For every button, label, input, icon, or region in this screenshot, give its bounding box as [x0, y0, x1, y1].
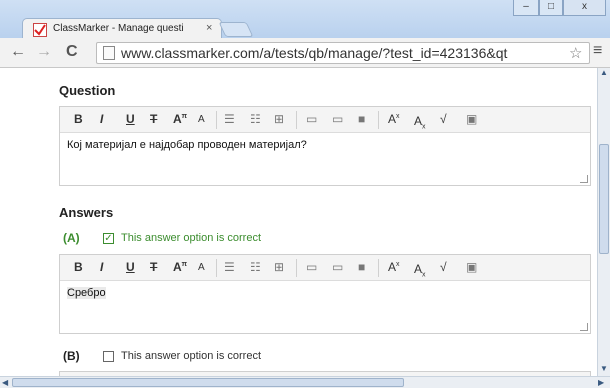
paste-icon[interactable]: ▣	[466, 260, 477, 274]
toolbar-separator	[378, 111, 379, 129]
video-icon[interactable]: ■	[358, 112, 365, 126]
toolbar-separator	[216, 259, 217, 277]
scroll-down-icon[interactable]: ▼	[600, 364, 608, 373]
horizontal-rule-icon[interactable]: ▭	[306, 112, 317, 126]
horizontal-scrollbar[interactable]: ◀ ▶	[0, 376, 610, 388]
scroll-left-icon[interactable]: ◀	[2, 378, 8, 387]
font-color-button[interactable]: A	[198, 262, 205, 273]
table-icon[interactable]: ⊞	[274, 260, 284, 274]
paste-icon[interactable]: ▣	[466, 112, 477, 126]
minimize-button[interactable]: –	[513, 0, 539, 16]
new-tab-button[interactable]	[218, 22, 254, 37]
question-text: Кој материјал е најдобар проводен матери…	[67, 139, 307, 151]
vertical-scrollbar[interactable]: ▲ ▼	[597, 68, 610, 376]
math-icon[interactable]: √	[440, 260, 447, 274]
question-editor[interactable]: B I U T Aπ A ☰ ☷ ⊞ ▭ ▭ ■ Ax Ax √ ▣ Кој м…	[59, 106, 591, 186]
font-size-button[interactable]: Aπ	[173, 260, 187, 274]
forward-icon[interactable]: →	[36, 43, 52, 61]
option-b-letter: (B)	[63, 349, 80, 363]
url-text[interactable]: www.classmarker.com/a/tests/qb/manage/?t…	[121, 45, 561, 61]
ordered-list-icon[interactable]: ☰	[224, 112, 235, 126]
vertical-scroll-thumb[interactable]	[599, 144, 609, 254]
browser-toolbar: ← → C www.classmarker.com/a/tests/qb/man…	[0, 38, 610, 68]
superscript-button[interactable]: Ax	[388, 112, 400, 126]
font-size-label: A	[173, 260, 182, 274]
option-a-letter: (A)	[63, 231, 80, 245]
subscript-sub: x	[422, 123, 426, 131]
superscript-sup: x	[396, 261, 400, 268]
bold-button[interactable]: B	[74, 260, 83, 274]
superscript-sup: x	[396, 113, 400, 120]
strikethrough-button[interactable]: T	[150, 112, 157, 126]
superscript-label: A	[388, 260, 397, 274]
subscript-button[interactable]: Ax	[414, 114, 426, 130]
browser-tab[interactable]: ClassMarker - Manage questi ×	[22, 18, 222, 40]
bold-button[interactable]: B	[74, 112, 83, 126]
scroll-up-icon[interactable]: ▲	[600, 68, 608, 77]
ordered-list-icon[interactable]: ☰	[224, 260, 235, 274]
image-icon[interactable]: ▭	[332, 112, 343, 126]
toolbar-separator	[378, 259, 379, 277]
math-icon[interactable]: √	[440, 112, 447, 126]
title-bar: ClassMarker - Manage questi × – □ x	[0, 0, 610, 40]
classmarker-favicon-icon	[33, 23, 47, 37]
resize-handle[interactable]	[580, 175, 588, 183]
unordered-list-icon[interactable]: ☷	[250, 112, 261, 126]
question-text-area[interactable]: Кој материјал е најдобар проводен матери…	[60, 133, 590, 185]
superscript-label: A	[388, 112, 397, 126]
scroll-right-icon[interactable]: ▶	[598, 378, 604, 387]
italic-button[interactable]: I	[100, 112, 103, 126]
address-bar[interactable]: www.classmarker.com/a/tests/qb/manage/?t…	[96, 42, 590, 64]
page-icon	[103, 46, 115, 60]
page-content: Question B I U T Aπ A ☰ ☷ ⊞ ▭ ▭ ■ Ax Ax …	[0, 68, 597, 376]
superscript-button[interactable]: Ax	[388, 260, 400, 274]
option-b-correct-label: This answer option is correct	[121, 350, 261, 362]
unordered-list-icon[interactable]: ☷	[250, 260, 261, 274]
subscript-label: A	[414, 262, 423, 276]
font-size-sup: π	[181, 261, 188, 268]
answers-heading: Answers	[59, 205, 114, 220]
font-size-label: A	[173, 112, 182, 126]
reload-icon[interactable]: C	[66, 43, 78, 61]
answer-a-editor[interactable]: B I U T Aπ A ☰ ☷ ⊞ ▭ ▭ ■ Ax Ax √ ▣ Сребр…	[59, 254, 591, 334]
toolbar-separator	[216, 111, 217, 129]
font-size-sup: π	[181, 113, 188, 120]
resize-handle[interactable]	[580, 323, 588, 331]
tab-title: ClassMarker - Manage questi	[53, 23, 184, 34]
video-icon[interactable]: ■	[358, 260, 365, 274]
maximize-button[interactable]: □	[539, 0, 563, 16]
horizontal-rule-icon[interactable]: ▭	[306, 260, 317, 274]
back-icon[interactable]: ←	[10, 43, 26, 61]
subscript-sub: x	[422, 271, 426, 279]
bookmark-star-icon[interactable]: ☆	[569, 44, 582, 62]
subscript-label: A	[414, 114, 423, 128]
tab-close-icon[interactable]: ×	[206, 22, 212, 34]
answer-a-text-area[interactable]: Сребро	[60, 281, 590, 333]
strikethrough-button[interactable]: T	[150, 260, 157, 274]
editor-toolbar: B I U T Aπ A ☰ ☷ ⊞ ▭ ▭ ■ Ax Ax √ ▣	[60, 107, 590, 133]
italic-button[interactable]: I	[100, 260, 103, 274]
image-icon[interactable]: ▭	[332, 260, 343, 274]
horizontal-scroll-thumb[interactable]	[12, 378, 404, 387]
editor-toolbar: B I U T Aπ A ☰ ☷ ⊞ ▭ ▭ ■ Ax Ax √ ▣	[60, 255, 590, 281]
toolbar-separator	[296, 259, 297, 277]
option-a-correct-checkbox[interactable]: ✓	[103, 233, 114, 244]
option-b-correct-checkbox[interactable]	[103, 351, 114, 362]
underline-button[interactable]: U	[126, 112, 135, 126]
answer-a-text: Сребро	[67, 287, 106, 299]
underline-button[interactable]: U	[126, 260, 135, 274]
table-icon[interactable]: ⊞	[274, 112, 284, 126]
font-size-button[interactable]: Aπ	[173, 112, 187, 126]
toolbar-separator	[296, 111, 297, 129]
close-window-button[interactable]: x	[563, 0, 606, 16]
question-heading: Question	[59, 83, 116, 98]
browser-menu-icon[interactable]: ≡	[593, 42, 602, 60]
subscript-button[interactable]: Ax	[414, 262, 426, 278]
font-color-button[interactable]: A	[198, 114, 205, 125]
option-a-correct-label: This answer option is correct	[121, 232, 261, 244]
